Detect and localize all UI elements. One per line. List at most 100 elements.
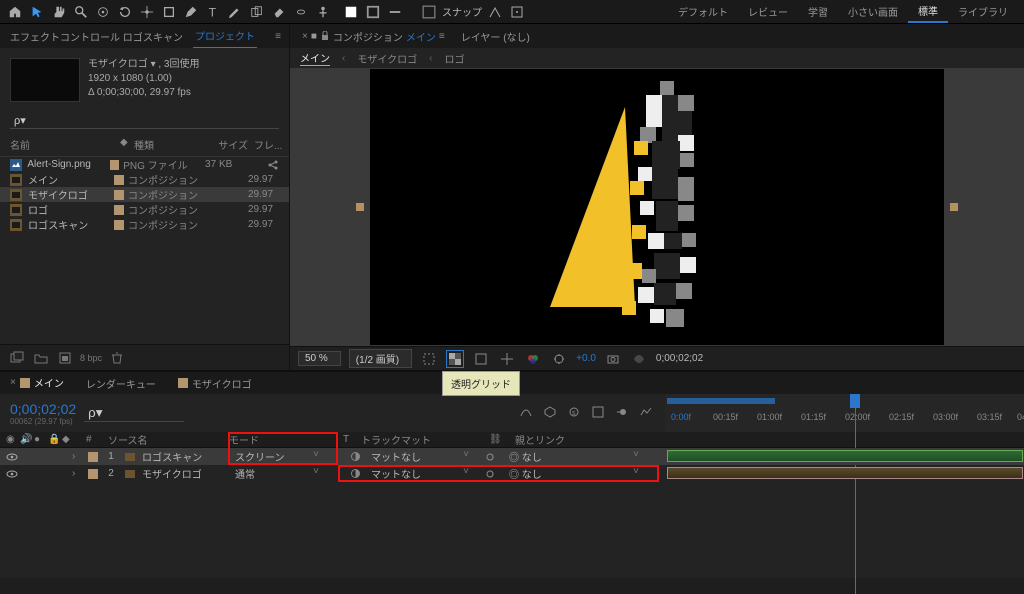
new-comp-icon[interactable]	[56, 349, 74, 367]
new-folder-icon[interactable]	[32, 349, 50, 367]
project-search-input[interactable]	[10, 112, 279, 129]
timeline-tab-render[interactable]: レンダーキュー	[84, 372, 158, 395]
zoom-select[interactable]: 50 %	[298, 351, 341, 366]
hand-tool-icon[interactable]	[50, 3, 68, 21]
col-trkmat[interactable]: トラックマット	[361, 432, 485, 447]
snap-opt1-icon[interactable]	[486, 3, 504, 21]
trkmat-toggle-icon[interactable]	[347, 468, 363, 479]
layer-mode-select[interactable]: スクリーン	[229, 449, 325, 464]
brush-tool-icon[interactable]	[226, 3, 244, 21]
viewer-area[interactable]	[290, 68, 1024, 346]
layer-bar[interactable]	[667, 450, 1023, 462]
graph-editor-icon[interactable]	[639, 405, 655, 421]
crumb-logo[interactable]: ロゴ	[445, 51, 465, 66]
workspace-small[interactable]: 小さい画面	[838, 0, 908, 23]
timeline-layer-row[interactable]: › 2 モザイクロゴ 通常 マットなし ◎ なし	[0, 465, 1024, 482]
layer-mode-select[interactable]: 通常	[229, 466, 325, 481]
roto-tool-icon[interactable]	[292, 3, 310, 21]
eye-toggle[interactable]	[6, 451, 20, 463]
clone-tool-icon[interactable]	[248, 3, 266, 21]
layer-bar[interactable]	[667, 467, 1023, 479]
project-item[interactable]: Alert-Sign.png PNG ファイル 37 KB	[0, 157, 289, 172]
fill-swatch-icon[interactable]	[342, 3, 360, 21]
col-label-icon[interactable]: ◆	[62, 434, 76, 445]
quality-select[interactable]: (1/2 画質)	[349, 349, 412, 368]
composition-viewer-tab[interactable]: × ■ コンポジション メイン ≡	[298, 27, 449, 46]
layer-viewer-tab[interactable]: レイヤー (なし)	[457, 27, 534, 46]
twirl-icon[interactable]: ›	[72, 451, 84, 462]
col-solo-icon[interactable]: ●	[34, 434, 48, 445]
project-item[interactable]: メイン コンポジション 29.97	[0, 172, 289, 187]
col-audio-icon[interactable]: 🔊	[20, 434, 34, 445]
col-tag-icon[interactable]: ◆	[120, 137, 134, 152]
shy-icon[interactable]: s	[567, 405, 583, 421]
layer-tag[interactable]	[88, 452, 98, 462]
puppet-tool-icon[interactable]	[314, 3, 332, 21]
layer-name[interactable]: モザイクロゴ	[142, 466, 225, 481]
timeline-search-input[interactable]	[84, 404, 184, 422]
layer-name[interactable]: ロゴスキャン	[142, 449, 225, 464]
project-item[interactable]: ロゴスキャン コンポジション 29.97	[0, 217, 289, 232]
crumb-main[interactable]: メイン	[300, 50, 330, 66]
project-item[interactable]: モザイクロゴ コンポジション 29.97	[0, 187, 289, 202]
time-ruler[interactable]: 0:00f 00:15f 01:00f 01:15f 02:00f 02:15f…	[665, 394, 1024, 432]
show-snapshot-icon[interactable]	[630, 350, 648, 368]
roi-icon[interactable]	[420, 350, 438, 368]
workspace-library[interactable]: ライブラリ	[948, 0, 1018, 23]
layer-trkmat-select[interactable]: マットなし	[367, 449, 475, 464]
pickwhip-icon[interactable]	[479, 451, 501, 463]
layer-trkmat-select[interactable]: マットなし	[367, 466, 475, 481]
transparency-grid-icon[interactable]	[446, 350, 464, 368]
share-icon[interactable]	[267, 159, 279, 171]
playhead-head-icon[interactable]	[850, 394, 860, 408]
workspace-standard[interactable]: 標準	[908, 0, 948, 23]
workspace-default[interactable]: デフォルト	[668, 0, 738, 23]
selection-tool-icon[interactable]	[28, 3, 46, 21]
layer-parent-select[interactable]: ◎ なし	[505, 466, 645, 481]
col-mode[interactable]: モード	[229, 432, 339, 447]
comp-handle-right[interactable]	[950, 203, 958, 211]
project-item[interactable]: ロゴ コンポジション 29.97	[0, 202, 289, 217]
timeline-tab-main[interactable]: ×メイン	[8, 371, 66, 395]
col-fr[interactable]: フレ...	[254, 137, 284, 152]
guides-icon[interactable]	[498, 350, 516, 368]
trash-icon[interactable]	[108, 349, 126, 367]
project-tab[interactable]: プロジェクト	[193, 24, 257, 48]
twirl-icon[interactable]: ›	[72, 468, 84, 479]
rotate-tool-icon[interactable]	[116, 3, 134, 21]
col-eye-icon[interactable]: ◉	[6, 434, 20, 445]
col-name[interactable]: 名前	[10, 137, 120, 152]
col-link-icon[interactable]: ⛓	[489, 434, 511, 445]
bpc-toggle[interactable]: 8 bpc	[80, 349, 102, 367]
col-parent[interactable]: 親とリンク	[515, 432, 655, 447]
timeline-layer-row[interactable]: › 1 ロゴスキャン スクリーン マットなし ◎ なし	[0, 448, 1024, 465]
layer-tag[interactable]	[88, 469, 98, 479]
pen-tool-icon[interactable]	[182, 3, 200, 21]
comp-handle-left[interactable]	[356, 203, 364, 211]
text-tool-icon[interactable]: T	[204, 3, 222, 21]
home-icon[interactable]	[6, 3, 24, 21]
col-source[interactable]: ソース名	[108, 432, 225, 447]
frame-blend-icon[interactable]	[591, 405, 607, 421]
eye-toggle[interactable]	[6, 468, 20, 480]
workspace-learn[interactable]: 学習	[798, 0, 838, 23]
draft3d-icon[interactable]	[543, 405, 559, 421]
trkmat-toggle-icon[interactable]	[347, 451, 363, 462]
anchor-tool-icon[interactable]	[138, 3, 156, 21]
timeline-tab-mosaic[interactable]: モザイクロゴ	[176, 372, 254, 395]
pickwhip-icon[interactable]	[479, 468, 501, 480]
exposure-value[interactable]: +0.0	[576, 353, 596, 364]
col-type[interactable]: 種類	[134, 137, 214, 152]
channel-icon[interactable]	[524, 350, 542, 368]
exposure-reset-icon[interactable]	[550, 350, 568, 368]
orbit-tool-icon[interactable]	[94, 3, 112, 21]
composition-canvas[interactable]	[370, 69, 944, 345]
eraser-tool-icon[interactable]	[270, 3, 288, 21]
zoom-tool-icon[interactable]	[72, 3, 90, 21]
snapshot-icon[interactable]	[604, 350, 622, 368]
motion-blur-icon[interactable]	[615, 405, 631, 421]
panel-menu-icon[interactable]: ≡	[275, 31, 281, 42]
effects-tab[interactable]: エフェクトコントロール ロゴスキャン	[8, 25, 185, 48]
workspace-review[interactable]: レビュー	[738, 0, 798, 23]
stroke-px-icon[interactable]	[386, 3, 404, 21]
